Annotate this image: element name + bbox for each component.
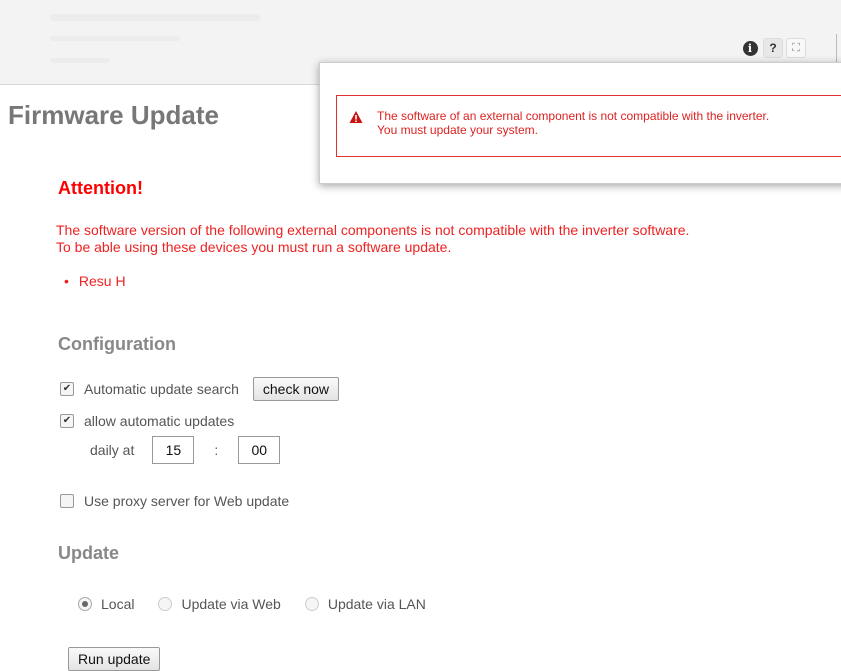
attention-message: The software version of the following ex… bbox=[56, 222, 689, 256]
fullscreen-icon: ⛶ bbox=[792, 41, 800, 54]
check-now-button[interactable]: check now bbox=[252, 377, 340, 401]
incompatible-components-list: Resu H bbox=[64, 273, 126, 289]
proxy-checkbox[interactable] bbox=[60, 494, 74, 508]
daily-at-label: daily at bbox=[90, 442, 135, 458]
error-alert: The software of an external component is… bbox=[336, 95, 841, 157]
attention-line-2: To be able using these devices you must … bbox=[56, 239, 452, 255]
help-button[interactable]: ? bbox=[763, 38, 783, 58]
help-icon: ? bbox=[769, 41, 777, 55]
run-update-button[interactable]: Run update bbox=[68, 647, 161, 671]
local-radio-label: Local bbox=[101, 596, 135, 612]
lan-radio-label: Update via LAN bbox=[327, 596, 426, 612]
alert-line-2: You must update your system. bbox=[377, 123, 538, 137]
attention-heading: Attention! bbox=[58, 178, 143, 198]
header-blurred-text bbox=[50, 36, 180, 41]
web-radio[interactable] bbox=[158, 597, 173, 611]
minute-input[interactable]: 00 bbox=[238, 436, 281, 464]
fullscreen-button[interactable]: ⛶ bbox=[786, 38, 806, 58]
alert-message: The software of an external component is… bbox=[377, 109, 769, 137]
header-blurred-text bbox=[50, 58, 110, 63]
info-button[interactable]: i bbox=[740, 38, 760, 58]
proxy-row: Use proxy server for Web update bbox=[60, 493, 289, 509]
daily-time-row: daily at 15 : 00 bbox=[90, 436, 281, 464]
time-separator: : bbox=[214, 442, 219, 458]
update-heading: Update bbox=[58, 543, 120, 563]
info-icon: i bbox=[742, 40, 758, 56]
warning-icon bbox=[349, 111, 363, 123]
local-radio[interactable] bbox=[78, 597, 92, 611]
web-radio-label: Update via Web bbox=[181, 596, 281, 612]
notification-popup: The software of an external component is… bbox=[319, 62, 841, 184]
configuration-heading: Configuration bbox=[58, 334, 176, 354]
alert-line-1: The software of an external component is… bbox=[377, 109, 770, 123]
proxy-label: Use proxy server for Web update bbox=[84, 493, 290, 509]
auto-search-label: Automatic update search bbox=[84, 381, 239, 397]
attention-line-1: The software version of the following ex… bbox=[56, 222, 690, 238]
auto-search-row: ✔ Automatic update search check now bbox=[60, 377, 340, 401]
allow-updates-row: ✔ allow automatic updates bbox=[60, 413, 234, 429]
allow-updates-checkbox[interactable]: ✔ bbox=[60, 414, 74, 428]
allow-updates-label: allow automatic updates bbox=[84, 413, 235, 429]
page-title: Firmware Update bbox=[8, 100, 219, 130]
hour-input[interactable]: 15 bbox=[152, 436, 195, 464]
header-divider bbox=[836, 34, 837, 64]
update-source-radio-group: Local Update via Web Update via LAN bbox=[78, 596, 450, 612]
lan-radio[interactable] bbox=[304, 597, 319, 611]
list-item: Resu H bbox=[64, 273, 126, 289]
header-blurred-text bbox=[50, 14, 260, 21]
auto-search-checkbox[interactable]: ✔ bbox=[60, 382, 74, 396]
